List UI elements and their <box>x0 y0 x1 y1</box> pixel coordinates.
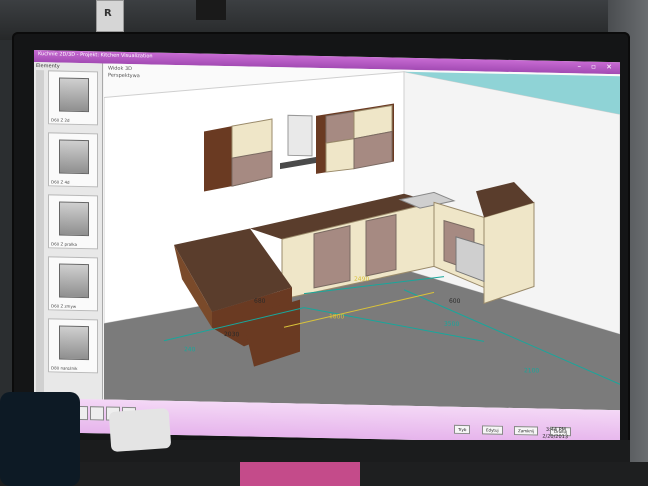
window-title: Kuchnie 2D/3D - Projekt: Kitchen Visuali… <box>38 51 153 60</box>
dimension-label: 2490 <box>354 276 369 283</box>
clock-time: 3:44 PM <box>545 426 566 434</box>
sidebar-item-label: D60 Z pralka <box>51 241 77 247</box>
sidebar-item-label: D80 narożnik <box>51 365 78 371</box>
range-hood <box>287 114 313 157</box>
dimension-label: 600 <box>449 298 461 305</box>
sidebar-item[interactable]: D60 Z zmyw <box>48 256 98 312</box>
washer-icon <box>59 201 89 237</box>
3d-viewport[interactable]: Widok 3D Perspektywa 680 2490 600 240 21… <box>104 63 620 411</box>
kitchen-scene[interactable]: 680 2490 600 240 2100 3500 1800 2030 <box>104 63 620 411</box>
monitor-screen: Kuchnie 2D/3D - Projekt: Kitchen Visuali… <box>34 50 620 445</box>
corner-cabinet-icon <box>59 325 89 361</box>
window-controls[interactable]: – ▫ ✕ <box>577 62 616 71</box>
base-cabinet-door <box>313 224 351 289</box>
dimension-label: 240 <box>184 346 196 353</box>
sidebar-item[interactable]: D60 Z 4d <box>48 132 98 188</box>
dishwasher-icon <box>59 263 89 299</box>
sidebar-item-label: D60 Z 2d <box>51 117 70 123</box>
element-sidebar: Elementy D60 Z 2d D60 Z 4d D60 Z pralka … <box>34 62 103 400</box>
edit-button[interactable]: Edytuj <box>482 425 503 435</box>
sidebar-item[interactable]: D80 narożnik <box>48 318 98 374</box>
oven-tower <box>483 201 535 305</box>
sidebar-item-label: D60 Z 4d <box>51 179 70 185</box>
dimension-label: 3500 <box>444 321 459 328</box>
base-cabinet-door <box>365 213 397 277</box>
cabinet-icon <box>59 139 89 175</box>
mug <box>0 392 80 486</box>
dimension-label: 2100 <box>524 367 539 374</box>
wall-cabinet-door <box>325 138 355 173</box>
mode-button[interactable]: Tryb <box>454 424 471 435</box>
desk-object <box>108 407 172 453</box>
sidebar-scrollbar[interactable] <box>36 70 44 397</box>
monitor-bezel <box>12 440 630 462</box>
sidebar-header: Elementy <box>36 63 60 70</box>
desk-object-pink <box>240 462 360 486</box>
background-sign-text: R <box>104 8 112 19</box>
app-icon[interactable] <box>90 406 104 421</box>
sidebar-item[interactable]: D60 Z pralka <box>48 194 98 250</box>
sidebar-item[interactable]: D60 Z 2d <box>48 70 98 126</box>
dimension-label: 1800 <box>329 313 344 320</box>
sidebar-item-label: D60 Z zmyw <box>51 303 77 309</box>
close-button[interactable]: Zamknij <box>514 426 539 436</box>
dimension-label: 2030 <box>224 331 239 338</box>
wall-corner-shelf <box>204 126 232 192</box>
background-object <box>196 0 226 20</box>
cabinet-icon <box>59 77 89 113</box>
wall-cabinet-door <box>325 111 355 144</box>
dimension-label: 680 <box>254 298 266 305</box>
